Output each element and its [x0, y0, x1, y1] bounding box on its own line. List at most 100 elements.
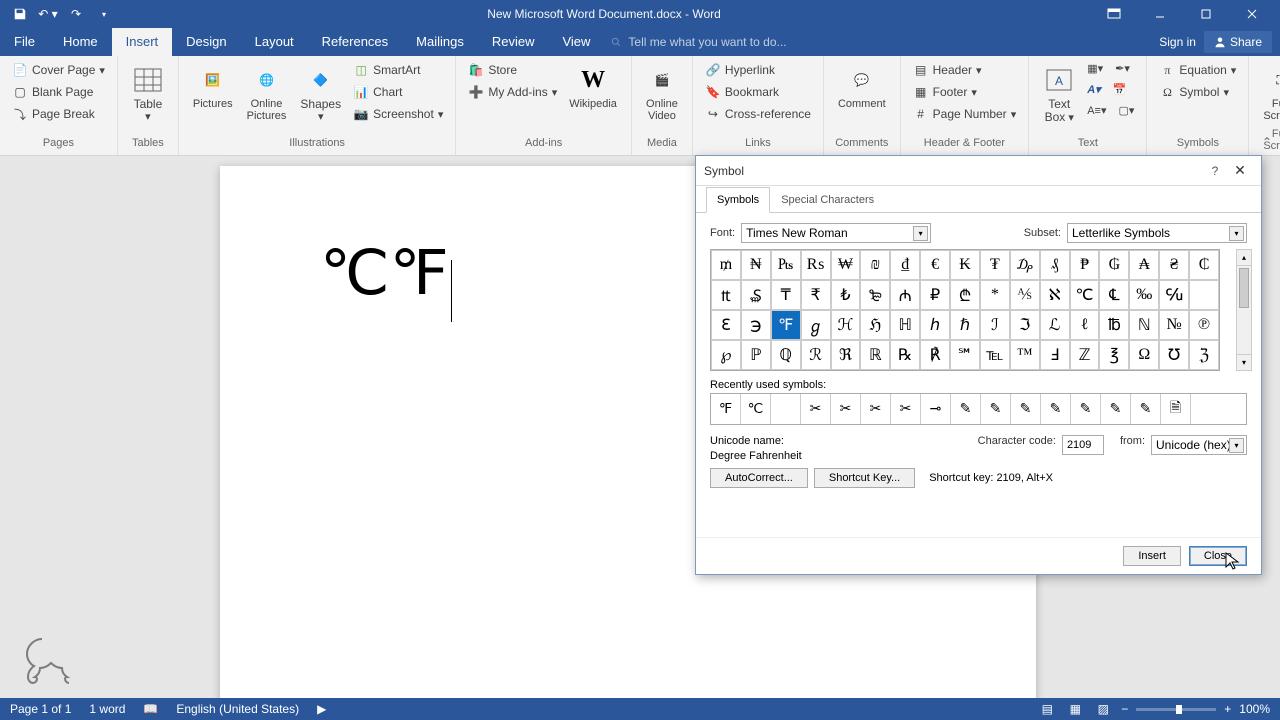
recent-symbol-cell[interactable]: ✎	[1131, 394, 1161, 424]
symbol-cell[interactable]: ℍ	[890, 310, 920, 340]
insert-button[interactable]: Insert	[1123, 546, 1181, 566]
symbol-cell[interactable]: ⅍	[1010, 280, 1040, 310]
read-mode-icon[interactable]: ▤	[1037, 701, 1057, 717]
recent-symbol-cell[interactable]: ⊸	[921, 394, 951, 424]
my-addins-button[interactable]: ➕My Add-ins ▾	[464, 82, 561, 102]
bookmark-button[interactable]: 🔖Bookmark	[701, 82, 815, 102]
symbol-cell[interactable]: ℉	[771, 310, 801, 340]
symbol-cell[interactable]: Ⅎ	[1040, 340, 1070, 370]
drop-cap-icon[interactable]: A≡▾	[1083, 102, 1110, 119]
symbol-cell[interactable]: ℝ	[860, 340, 890, 370]
symbol-cell[interactable]: ℠	[950, 340, 980, 370]
web-layout-icon[interactable]: ▨	[1093, 701, 1113, 717]
zoom-in-icon[interactable]: +	[1224, 702, 1231, 716]
qat-customize-icon[interactable]: ▾	[94, 4, 114, 24]
screenshot-button[interactable]: 📷Screenshot ▾	[349, 104, 447, 124]
tab-view[interactable]: View	[548, 28, 604, 56]
symbol-cell[interactable]: ℞	[890, 340, 920, 370]
text-box-button[interactable]: AText Box ▾	[1037, 60, 1081, 128]
symbol-cell[interactable]: ₺	[831, 280, 861, 310]
symbol-cell[interactable]: ₲	[1099, 250, 1129, 280]
redo-icon[interactable]: ↷	[66, 4, 86, 24]
symbol-cell[interactable]: ₵	[1189, 250, 1219, 280]
symbol-cell[interactable]: ₹	[801, 280, 831, 310]
wordart-icon[interactable]: A▾	[1083, 81, 1104, 98]
symbol-cell[interactable]: ₴	[1159, 250, 1189, 280]
symbol-cell[interactable]: ℓ	[1070, 310, 1100, 340]
symbol-cell[interactable]: ℈	[741, 310, 771, 340]
tab-design[interactable]: Design	[172, 28, 240, 56]
symbol-cell[interactable]: ₼	[890, 280, 920, 310]
symbol-cell[interactable]: ℗	[1189, 310, 1219, 340]
shortcut-key-button[interactable]: Shortcut Key...	[814, 468, 915, 488]
symbol-cell[interactable]: ℊ	[801, 310, 831, 340]
char-code-input[interactable]	[1062, 435, 1104, 455]
chevron-down-icon[interactable]: ▾	[913, 226, 928, 241]
cover-page-button[interactable]: 📄Cover Page ▾	[8, 60, 109, 80]
symbol-cell[interactable]: ℜ	[831, 340, 861, 370]
font-combo[interactable]: Times New Roman▾	[741, 223, 931, 243]
autocorrect-button[interactable]: AutoCorrect...	[710, 468, 808, 488]
macro-icon[interactable]: ▶	[317, 702, 326, 716]
symbol-cell[interactable]: ℎ	[920, 310, 950, 340]
symbol-cell[interactable]: ℧	[1159, 340, 1189, 370]
symbol-cell[interactable]: ℤ	[1070, 340, 1100, 370]
recent-symbol-cell[interactable]: ✂	[831, 394, 861, 424]
symbol-button[interactable]: ΩSymbol ▾	[1155, 82, 1240, 102]
status-language[interactable]: English (United States)	[176, 702, 299, 716]
online-pictures-button[interactable]: 🌐Online Pictures	[241, 60, 293, 126]
collapse-ribbon-icon[interactable]: ⌃	[1262, 135, 1272, 149]
symbol-cell[interactable]: ₩	[831, 250, 861, 280]
recent-symbol-cell[interactable]: ✂	[891, 394, 921, 424]
date-time-icon[interactable]: 📅	[1109, 81, 1131, 98]
symbol-cell[interactable]: ℋ	[831, 310, 861, 340]
recent-symbol-cell[interactable]: ✎	[1071, 394, 1101, 424]
page-break-button[interactable]: ⤵Page Break	[8, 104, 109, 124]
recent-symbol-cell[interactable]: 🗎	[1161, 394, 1191, 424]
symbol-cell[interactable]: ℄	[1099, 280, 1129, 310]
symbol-cell[interactable]: Ω	[1129, 340, 1159, 370]
symbol-cell[interactable]: ℵ	[1040, 280, 1070, 310]
subset-combo[interactable]: Letterlike Symbols▾	[1067, 223, 1247, 243]
symbol-cell[interactable]: ₦	[741, 250, 771, 280]
from-combo[interactable]: Unicode (hex)▾	[1151, 435, 1247, 455]
symbol-cell[interactable]: ₪	[860, 250, 890, 280]
zoom-out-icon[interactable]: −	[1121, 702, 1128, 716]
zoom-slider[interactable]	[1136, 708, 1216, 711]
symbol-cell[interactable]: ₨	[801, 250, 831, 280]
symbol-cell[interactable]: ℟	[920, 340, 950, 370]
object-icon[interactable]: ▢▾	[1115, 102, 1139, 119]
cross-reference-button[interactable]: ↪Cross-reference	[701, 104, 815, 124]
symbol-cell[interactable]: ℆	[1159, 280, 1189, 310]
close-button[interactable]: Close	[1189, 546, 1247, 566]
dialog-tab-special[interactable]: Special Characters	[770, 187, 885, 213]
symbol-cell[interactable]: ℑ	[1010, 310, 1040, 340]
chart-button[interactable]: 📊Chart	[349, 82, 447, 102]
undo-icon[interactable]: ↶ ▾	[38, 4, 58, 24]
symbol-cell[interactable]: €	[920, 250, 950, 280]
symbol-cell[interactable]: ₰	[1040, 250, 1070, 280]
recent-symbol-cell[interactable]: ✎	[951, 394, 981, 424]
dialog-help-icon[interactable]: ?	[1203, 164, 1227, 178]
symbol-cell[interactable]: ℘	[711, 340, 741, 370]
recent-symbol-cell[interactable]: ℃	[741, 394, 771, 424]
symbol-cell[interactable]: ₯	[1010, 250, 1040, 280]
symbol-cell[interactable]: ℏ	[950, 310, 980, 340]
symbol-cell[interactable]: ₳	[1129, 250, 1159, 280]
recent-symbol-cell[interactable]	[771, 394, 801, 424]
symbol-cell[interactable]: ₥	[711, 250, 741, 280]
footer-button[interactable]: ▦Footer ▾	[909, 82, 1021, 102]
symbol-cell[interactable]: ₷	[741, 280, 771, 310]
symbol-cell[interactable]: ™	[1010, 340, 1040, 370]
symbol-cell[interactable]: ℕ	[1129, 310, 1159, 340]
tab-home[interactable]: Home	[49, 28, 112, 56]
symbol-cell[interactable]: ₱	[1070, 250, 1100, 280]
symbol-cell[interactable]: ℃	[1070, 280, 1100, 310]
tab-insert[interactable]: Insert	[112, 28, 173, 56]
wikipedia-button[interactable]: WWikipedia	[563, 60, 623, 114]
maximize-icon[interactable]	[1186, 2, 1226, 26]
minimize-icon[interactable]	[1140, 2, 1180, 26]
page-number-button[interactable]: #Page Number ▾	[909, 104, 1021, 124]
recent-symbol-cell[interactable]: ✎	[981, 394, 1011, 424]
symbol-cell[interactable]: ₽	[920, 280, 950, 310]
